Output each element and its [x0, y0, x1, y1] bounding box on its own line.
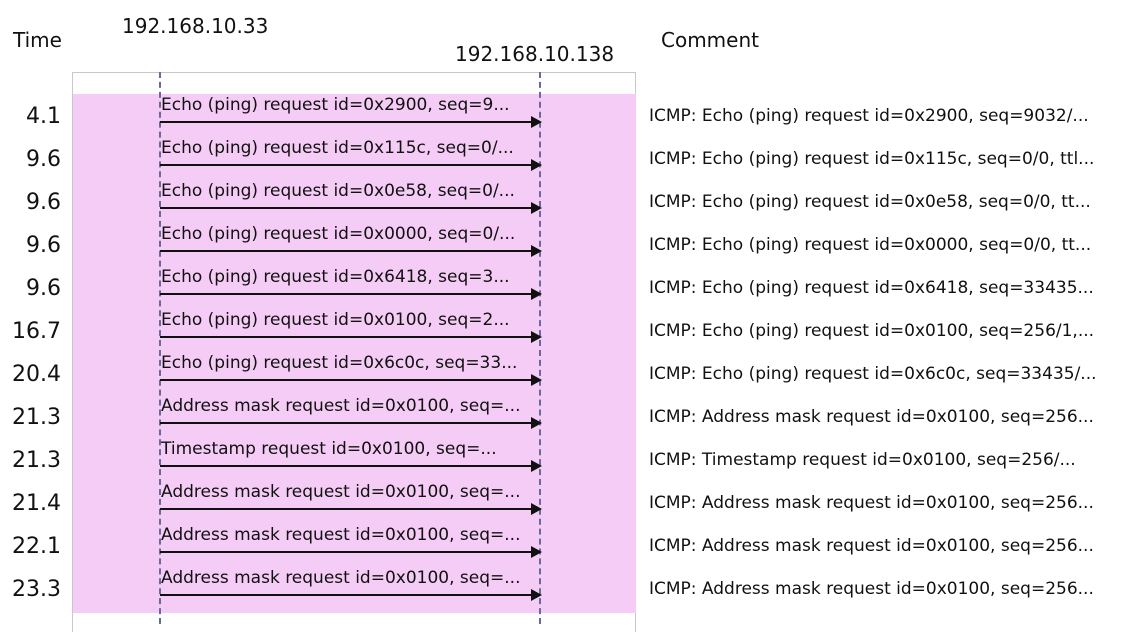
flow-comment: ICMP: Echo (ping) request id=0x0e58, seq… — [649, 192, 1091, 212]
flow-row[interactable]: 9.6 Echo (ping) request id=0x0e58, seq=0/… — [0, 180, 1142, 223]
flow-arrow[interactable] — [160, 460, 542, 472]
flow-arrow-label: Address mask request id=0x0100, seq=... — [161, 568, 521, 588]
flow-arrow[interactable] — [160, 288, 542, 300]
flow-row[interactable]: 20.4 Echo (ping) request id=0x6c0c, seq=3… — [0, 352, 1142, 395]
flow-arrow[interactable] — [160, 331, 542, 343]
flow-arrow[interactable] — [160, 374, 542, 386]
flow-row[interactable]: 22.1 Address mask request id=0x0100, seq=… — [0, 524, 1142, 567]
flow-row[interactable]: 9.6 Echo (ping) request id=0x115c, seq=0/… — [0, 137, 1142, 180]
flow-time: 21.3 — [12, 405, 61, 430]
flow-time: 21.4 — [12, 491, 61, 516]
flow-time: 23.3 — [12, 577, 61, 602]
flow-row[interactable]: 9.6 Echo (ping) request id=0x6418, seq=3.… — [0, 266, 1142, 309]
flow-time: 9.6 — [26, 190, 61, 215]
flow-arrow[interactable] — [160, 159, 542, 171]
flow-arrow[interactable] — [160, 546, 542, 558]
flow-arrow[interactable] — [160, 116, 542, 128]
flow-arrow-label: Echo (ping) request id=0x6418, seq=3... — [161, 267, 510, 287]
flow-comment: ICMP: Echo (ping) request id=0x115c, seq… — [649, 149, 1095, 169]
flow-arrow[interactable] — [160, 503, 542, 515]
flow-comment: ICMP: Timestamp request id=0x0100, seq=2… — [649, 450, 1076, 470]
flow-time: 4.1 — [26, 104, 61, 129]
flow-row[interactable]: 4.1 Echo (ping) request id=0x2900, seq=9.… — [0, 94, 1142, 137]
flow-comment: ICMP: Echo (ping) request id=0x2900, seq… — [649, 106, 1089, 126]
flow-comment: ICMP: Address mask request id=0x0100, se… — [649, 579, 1094, 599]
flow-arrow[interactable] — [160, 202, 542, 214]
flow-comment: ICMP: Echo (ping) request id=0x6c0c, seq… — [649, 364, 1097, 384]
flow-comment: ICMP: Echo (ping) request id=0x0100, seq… — [649, 321, 1095, 341]
flow-row[interactable]: 16.7 Echo (ping) request id=0x0100, seq=2… — [0, 309, 1142, 352]
flow-arrow-label: Echo (ping) request id=0x0e58, seq=0/... — [161, 181, 515, 201]
flow-time: 16.7 — [12, 319, 61, 344]
flow-row[interactable]: 21.3 Address mask request id=0x0100, seq=… — [0, 395, 1142, 438]
flow-time: 9.6 — [26, 276, 61, 301]
flow-row[interactable]: 9.6 Echo (ping) request id=0x0000, seq=0/… — [0, 223, 1142, 266]
flow-arrow[interactable] — [160, 417, 542, 429]
flow-comment: ICMP: Address mask request id=0x0100, se… — [649, 493, 1094, 513]
flow-row[interactable]: 21.3 Timestamp request id=0x0100, seq=...… — [0, 438, 1142, 481]
flow-arrow-label: Address mask request id=0x0100, seq=... — [161, 482, 521, 502]
flow-comment: ICMP: Address mask request id=0x0100, se… — [649, 536, 1094, 556]
flow-time: 9.6 — [26, 147, 61, 172]
flow-arrow[interactable] — [160, 245, 542, 257]
flow-arrow-label: Timestamp request id=0x0100, seq=... — [161, 439, 497, 459]
flow-arrow-label: Echo (ping) request id=0x6c0c, seq=33... — [161, 353, 518, 373]
flow-arrow-label: Address mask request id=0x0100, seq=... — [161, 396, 521, 416]
flow-comment: ICMP: Address mask request id=0x0100, se… — [649, 407, 1094, 427]
flow-arrow-label: Echo (ping) request id=0x2900, seq=9... — [161, 95, 510, 115]
flow-arrow[interactable] — [160, 589, 542, 601]
flow-arrow-label: Echo (ping) request id=0x115c, seq=0/... — [161, 138, 514, 158]
flow-row[interactable]: 21.4 Address mask request id=0x0100, seq=… — [0, 481, 1142, 524]
flow-arrow-label: Echo (ping) request id=0x0100, seq=2... — [161, 310, 510, 330]
flow-time: 20.4 — [12, 362, 61, 387]
flow-list: 4.1 Echo (ping) request id=0x2900, seq=9.… — [0, 0, 1142, 624]
flow-arrow-label: Echo (ping) request id=0x0000, seq=0/... — [161, 224, 516, 244]
flow-time: 21.3 — [12, 448, 61, 473]
flow-comment: ICMP: Echo (ping) request id=0x6418, seq… — [649, 278, 1094, 298]
flow-time: 22.1 — [12, 534, 61, 559]
flow-time: 9.6 — [26, 233, 61, 258]
flow-row[interactable]: 23.3 Address mask request id=0x0100, seq=… — [0, 567, 1142, 610]
flow-comment: ICMP: Echo (ping) request id=0x0000, seq… — [649, 235, 1092, 255]
flow-arrow-label: Address mask request id=0x0100, seq=... — [161, 525, 521, 545]
